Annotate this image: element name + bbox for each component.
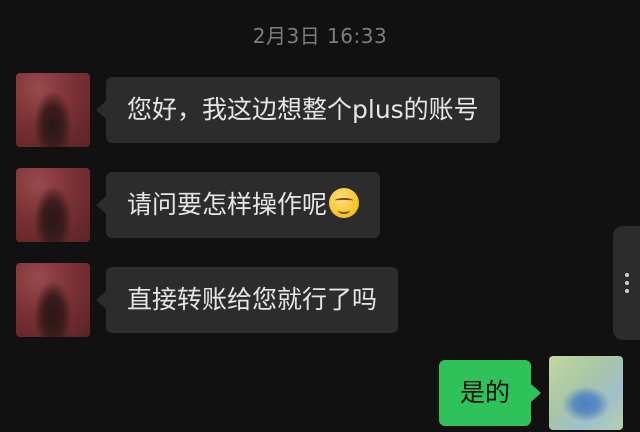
side-handle[interactable] xyxy=(613,226,640,340)
incoming-message-bubble[interactable]: 您好，我这边想整个plus的账号 xyxy=(96,77,500,143)
more-dots-icon xyxy=(625,289,629,293)
thinking-face-emoji-icon xyxy=(329,188,360,218)
contact-avatar[interactable] xyxy=(16,168,90,242)
my-avatar[interactable] xyxy=(549,356,623,430)
incoming-message-bubble[interactable]: 请问要怎样操作呢 xyxy=(95,172,381,238)
incoming-message-bubble[interactable]: 直接转账给您就行了吗 xyxy=(95,267,399,333)
contact-avatar[interactable] xyxy=(16,263,90,337)
message-timestamp: 2月3日 16:33 xyxy=(252,24,388,48)
chat-window: 2月3日 16:33 您好，我这边想整个plus的账号 请问要怎样操作呢 直接转… xyxy=(0,0,640,432)
message-text: 请问要怎样操作呢 xyxy=(127,190,328,219)
message-text: 直接转账给您就行了吗 xyxy=(127,285,378,314)
contact-avatar[interactable] xyxy=(16,73,90,147)
outgoing-message-bubble[interactable]: 是的 xyxy=(439,360,542,426)
more-dots-icon xyxy=(625,281,629,285)
message-text: 您好，我这边想整个plus的账号 xyxy=(127,95,479,124)
message-text: 是的 xyxy=(460,378,511,407)
more-dots-icon xyxy=(625,273,629,277)
